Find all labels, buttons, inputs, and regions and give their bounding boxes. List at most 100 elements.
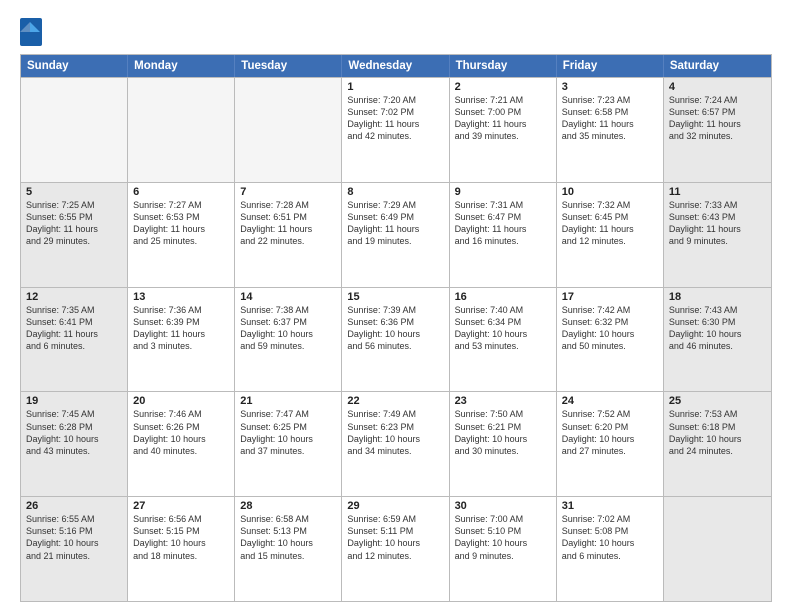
calendar-body: 1Sunrise: 7:20 AM Sunset: 7:02 PM Daylig…	[21, 77, 771, 601]
cal-cell-r2c2: 14Sunrise: 7:38 AM Sunset: 6:37 PM Dayli…	[235, 288, 342, 392]
calendar-header: SundayMondayTuesdayWednesdayThursdayFrid…	[21, 55, 771, 77]
cal-cell-r4c3: 29Sunrise: 6:59 AM Sunset: 5:11 PM Dayli…	[342, 497, 449, 601]
day-number: 31	[562, 500, 658, 512]
calendar-row-0: 1Sunrise: 7:20 AM Sunset: 7:02 PM Daylig…	[21, 77, 771, 182]
cell-content: Sunrise: 7:24 AM Sunset: 6:57 PM Dayligh…	[669, 94, 766, 143]
header-day-sunday: Sunday	[21, 55, 128, 77]
cal-cell-r1c5: 10Sunrise: 7:32 AM Sunset: 6:45 PM Dayli…	[557, 183, 664, 287]
cell-content: Sunrise: 7:27 AM Sunset: 6:53 PM Dayligh…	[133, 199, 229, 248]
day-number: 5	[26, 186, 122, 198]
cal-cell-r0c0	[21, 78, 128, 182]
header-day-monday: Monday	[128, 55, 235, 77]
cal-cell-r3c5: 24Sunrise: 7:52 AM Sunset: 6:20 PM Dayli…	[557, 392, 664, 496]
cal-cell-r0c5: 3Sunrise: 7:23 AM Sunset: 6:58 PM Daylig…	[557, 78, 664, 182]
cell-content: Sunrise: 7:21 AM Sunset: 7:00 PM Dayligh…	[455, 94, 551, 143]
cal-cell-r1c2: 7Sunrise: 7:28 AM Sunset: 6:51 PM Daylig…	[235, 183, 342, 287]
cell-content: Sunrise: 7:47 AM Sunset: 6:25 PM Dayligh…	[240, 408, 336, 457]
cal-cell-r4c6	[664, 497, 771, 601]
cell-content: Sunrise: 7:42 AM Sunset: 6:32 PM Dayligh…	[562, 304, 658, 353]
cal-cell-r2c1: 13Sunrise: 7:36 AM Sunset: 6:39 PM Dayli…	[128, 288, 235, 392]
cell-content: Sunrise: 7:52 AM Sunset: 6:20 PM Dayligh…	[562, 408, 658, 457]
day-number: 27	[133, 500, 229, 512]
day-number: 12	[26, 291, 122, 303]
header-day-saturday: Saturday	[664, 55, 771, 77]
day-number: 2	[455, 81, 551, 93]
header-day-wednesday: Wednesday	[342, 55, 449, 77]
cell-content: Sunrise: 7:32 AM Sunset: 6:45 PM Dayligh…	[562, 199, 658, 248]
cell-content: Sunrise: 7:53 AM Sunset: 6:18 PM Dayligh…	[669, 408, 766, 457]
cell-content: Sunrise: 7:36 AM Sunset: 6:39 PM Dayligh…	[133, 304, 229, 353]
day-number: 29	[347, 500, 443, 512]
cal-cell-r3c3: 22Sunrise: 7:49 AM Sunset: 6:23 PM Dayli…	[342, 392, 449, 496]
cell-content: Sunrise: 7:28 AM Sunset: 6:51 PM Dayligh…	[240, 199, 336, 248]
cal-cell-r0c4: 2Sunrise: 7:21 AM Sunset: 7:00 PM Daylig…	[450, 78, 557, 182]
cell-content: Sunrise: 7:50 AM Sunset: 6:21 PM Dayligh…	[455, 408, 551, 457]
cal-cell-r4c2: 28Sunrise: 6:58 AM Sunset: 5:13 PM Dayli…	[235, 497, 342, 601]
cal-cell-r4c1: 27Sunrise: 6:56 AM Sunset: 5:15 PM Dayli…	[128, 497, 235, 601]
calendar-row-1: 5Sunrise: 7:25 AM Sunset: 6:55 PM Daylig…	[21, 182, 771, 287]
day-number: 26	[26, 500, 122, 512]
cell-content: Sunrise: 7:00 AM Sunset: 5:10 PM Dayligh…	[455, 513, 551, 562]
cal-cell-r4c4: 30Sunrise: 7:00 AM Sunset: 5:10 PM Dayli…	[450, 497, 557, 601]
cal-cell-r2c0: 12Sunrise: 7:35 AM Sunset: 6:41 PM Dayli…	[21, 288, 128, 392]
day-number: 24	[562, 395, 658, 407]
day-number: 6	[133, 186, 229, 198]
day-number: 13	[133, 291, 229, 303]
cell-content: Sunrise: 7:31 AM Sunset: 6:47 PM Dayligh…	[455, 199, 551, 248]
cal-cell-r0c2	[235, 78, 342, 182]
day-number: 1	[347, 81, 443, 93]
cal-cell-r1c3: 8Sunrise: 7:29 AM Sunset: 6:49 PM Daylig…	[342, 183, 449, 287]
cell-content: Sunrise: 7:38 AM Sunset: 6:37 PM Dayligh…	[240, 304, 336, 353]
cal-cell-r3c6: 25Sunrise: 7:53 AM Sunset: 6:18 PM Dayli…	[664, 392, 771, 496]
day-number: 22	[347, 395, 443, 407]
cell-content: Sunrise: 7:23 AM Sunset: 6:58 PM Dayligh…	[562, 94, 658, 143]
cal-cell-r3c0: 19Sunrise: 7:45 AM Sunset: 6:28 PM Dayli…	[21, 392, 128, 496]
cell-content: Sunrise: 6:56 AM Sunset: 5:15 PM Dayligh…	[133, 513, 229, 562]
day-number: 3	[562, 81, 658, 93]
cell-content: Sunrise: 7:33 AM Sunset: 6:43 PM Dayligh…	[669, 199, 766, 248]
day-number: 23	[455, 395, 551, 407]
cell-content: Sunrise: 7:20 AM Sunset: 7:02 PM Dayligh…	[347, 94, 443, 143]
cal-cell-r2c4: 16Sunrise: 7:40 AM Sunset: 6:34 PM Dayli…	[450, 288, 557, 392]
cal-cell-r4c5: 31Sunrise: 7:02 AM Sunset: 5:08 PM Dayli…	[557, 497, 664, 601]
cal-cell-r0c1	[128, 78, 235, 182]
calendar-row-2: 12Sunrise: 7:35 AM Sunset: 6:41 PM Dayli…	[21, 287, 771, 392]
calendar: SundayMondayTuesdayWednesdayThursdayFrid…	[20, 54, 772, 602]
cal-cell-r1c0: 5Sunrise: 7:25 AM Sunset: 6:55 PM Daylig…	[21, 183, 128, 287]
day-number: 18	[669, 291, 766, 303]
day-number: 30	[455, 500, 551, 512]
calendar-row-4: 26Sunrise: 6:55 AM Sunset: 5:16 PM Dayli…	[21, 496, 771, 601]
day-number: 9	[455, 186, 551, 198]
day-number: 14	[240, 291, 336, 303]
header-day-friday: Friday	[557, 55, 664, 77]
day-number: 19	[26, 395, 122, 407]
cell-content: Sunrise: 6:55 AM Sunset: 5:16 PM Dayligh…	[26, 513, 122, 562]
day-number: 15	[347, 291, 443, 303]
day-number: 10	[562, 186, 658, 198]
day-number: 21	[240, 395, 336, 407]
cal-cell-r2c5: 17Sunrise: 7:42 AM Sunset: 6:32 PM Dayli…	[557, 288, 664, 392]
header	[20, 18, 772, 46]
day-number: 11	[669, 186, 766, 198]
calendar-row-3: 19Sunrise: 7:45 AM Sunset: 6:28 PM Dayli…	[21, 391, 771, 496]
cell-content: Sunrise: 7:29 AM Sunset: 6:49 PM Dayligh…	[347, 199, 443, 248]
cal-cell-r3c1: 20Sunrise: 7:46 AM Sunset: 6:26 PM Dayli…	[128, 392, 235, 496]
cal-cell-r2c6: 18Sunrise: 7:43 AM Sunset: 6:30 PM Dayli…	[664, 288, 771, 392]
logo-icon	[20, 18, 42, 46]
day-number: 16	[455, 291, 551, 303]
day-number: 8	[347, 186, 443, 198]
cal-cell-r3c4: 23Sunrise: 7:50 AM Sunset: 6:21 PM Dayli…	[450, 392, 557, 496]
cell-content: Sunrise: 7:49 AM Sunset: 6:23 PM Dayligh…	[347, 408, 443, 457]
day-number: 25	[669, 395, 766, 407]
day-number: 7	[240, 186, 336, 198]
cal-cell-r2c3: 15Sunrise: 7:39 AM Sunset: 6:36 PM Dayli…	[342, 288, 449, 392]
header-day-thursday: Thursday	[450, 55, 557, 77]
day-number: 17	[562, 291, 658, 303]
day-number: 4	[669, 81, 766, 93]
day-number: 28	[240, 500, 336, 512]
cell-content: Sunrise: 7:25 AM Sunset: 6:55 PM Dayligh…	[26, 199, 122, 248]
cell-content: Sunrise: 7:43 AM Sunset: 6:30 PM Dayligh…	[669, 304, 766, 353]
header-day-tuesday: Tuesday	[235, 55, 342, 77]
cell-content: Sunrise: 7:35 AM Sunset: 6:41 PM Dayligh…	[26, 304, 122, 353]
cell-content: Sunrise: 6:59 AM Sunset: 5:11 PM Dayligh…	[347, 513, 443, 562]
